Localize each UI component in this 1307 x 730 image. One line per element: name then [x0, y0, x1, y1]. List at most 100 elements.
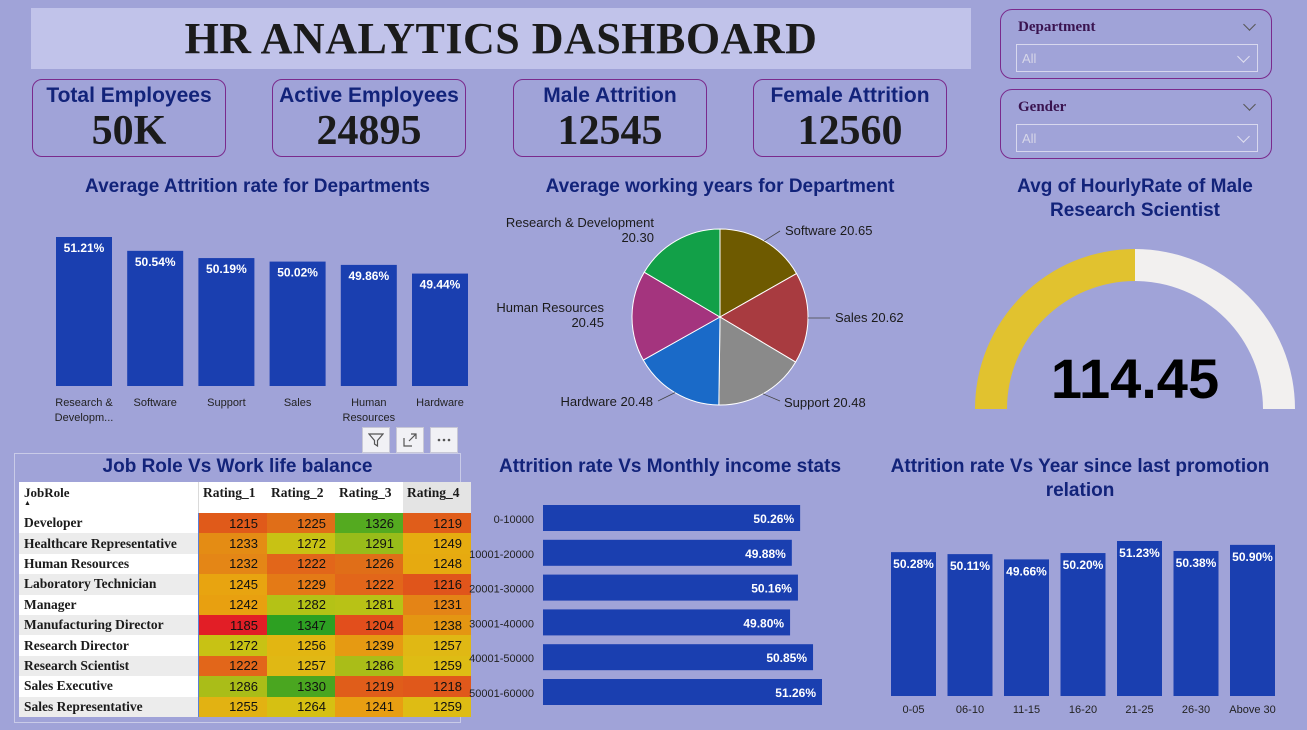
worklife-matrix-table: JobRole ▲ Rating_1 Rating_2 Rating_3 Rating_4… [19, 482, 472, 717]
bar [1117, 541, 1162, 696]
category-label: Support [207, 397, 246, 409]
more-options-icon[interactable] [430, 427, 458, 453]
data-label: 49.88% [745, 547, 786, 561]
rating-cell: 1226 [335, 553, 403, 575]
data-label: 50.54% [135, 255, 176, 269]
focus-mode-icon[interactable] [396, 427, 424, 453]
jobrole-cell: Developer [19, 513, 199, 534]
data-label: 49.80% [743, 616, 784, 630]
dept-attrition-chart: 51.21% Research & Developm... 50.54% Softwar… [55, 237, 468, 424]
rating-cell: 1241 [335, 696, 403, 717]
jobrole-cell: Sales Representative [19, 696, 199, 717]
data-label: 51.26% [775, 686, 816, 700]
department-dropdown[interactable]: All [1016, 44, 1258, 72]
rating-cell: 1239 [335, 635, 403, 656]
bar [269, 261, 326, 386]
worklife-matrix-title: Job Role Vs Work life balance [102, 456, 373, 477]
bar [127, 250, 184, 386]
bar [1060, 553, 1106, 696]
rating-cell: 1245 [198, 574, 267, 595]
kpi-label: Total Employees [46, 84, 212, 107]
table-header-row: JobRole ▲ Rating_1 Rating_2 Rating_3 Rating_4 [19, 482, 471, 513]
column-header-rating[interactable]: Rating_3 [335, 482, 403, 513]
slicer-label: Department [1018, 19, 1096, 35]
jobrole-cell: Research Director [19, 635, 199, 656]
rating-cell: 1225 [267, 513, 335, 534]
rating-cell: 1291 [335, 533, 403, 554]
promotion-attrition-title: Attrition rate Vs Year since last promot… [870, 455, 1290, 503]
category-label: 26-30 [1182, 704, 1210, 716]
jobrole-cell: Manager [19, 594, 199, 615]
table-row: Laboratory Technician 1245 1229 1222 1216 [19, 574, 471, 595]
kpi-active-employees: Active Employees 24895 [272, 79, 466, 157]
title-line: Avg of HourlyRate of Male [1017, 176, 1253, 197]
table-row: Manager 1242 1282 1281 1231 [19, 594, 471, 615]
category-label: 30001-40000 [469, 618, 534, 630]
slice-label: Research & Development [506, 215, 655, 230]
category-label: Above 30 [1229, 704, 1275, 716]
bar [56, 237, 112, 386]
column-header-jobrole[interactable]: JobRole ▲ [19, 482, 199, 513]
table-row: Sales Representative 1255 1264 1241 1259 [19, 696, 471, 717]
data-label: 50.16% [751, 582, 792, 596]
kpi-male-attrition: Male Attrition 12545 [513, 79, 707, 157]
category-label: 21-25 [1125, 704, 1153, 716]
category-label: 40001-50000 [469, 653, 534, 665]
hourly-rate-gauge: 114.45 [975, 249, 1295, 410]
category-label: 0-05 [902, 704, 924, 716]
data-label: 49.66% [1006, 564, 1047, 578]
data-label: 50.28% [893, 557, 934, 571]
kpi-label: Active Employees [279, 84, 459, 107]
jobrole-cell: Research Scientist [19, 655, 199, 677]
working-years-pie-chart: Software 20.65 Sales 20.62 Support 20.48 Ha… [496, 215, 904, 410]
slicer-label: Gender [1018, 99, 1067, 115]
category-label: 16-20 [1069, 704, 1097, 716]
category-label: 50001-60000 [469, 688, 534, 700]
rating-cell: 1347 [267, 614, 335, 636]
category-label: 0-10000 [494, 514, 534, 526]
rating-cell: 1256 [267, 635, 335, 656]
filter-icon[interactable] [362, 427, 390, 453]
slice-label: Sales 20.62 [835, 310, 904, 325]
gender-dropdown[interactable]: All [1016, 124, 1258, 152]
slice-label: Human Resources [496, 300, 604, 315]
chevron-down-icon[interactable] [1243, 98, 1256, 111]
table-row: Sales Executive 1286 1330 1219 1218 [19, 676, 471, 697]
bar [1004, 559, 1049, 696]
data-label: 51.23% [1119, 546, 1160, 560]
rating-cell: 1255 [198, 696, 267, 717]
rating-cell: 1222 [267, 553, 335, 575]
rating-cell: 1326 [335, 513, 403, 534]
column-header-rating[interactable]: Rating_1 [198, 482, 267, 513]
sort-ascending-icon[interactable]: ▲ [24, 499, 31, 507]
bar [947, 554, 993, 696]
promotion-attrition-chart: 50.28% 0-05 50.11% 06-10 49.66% 11-15 50.20% 16… [891, 541, 1276, 716]
jobrole-cell: Manufacturing Director [19, 614, 199, 636]
category-label: Hardware [416, 397, 464, 409]
chevron-down-icon[interactable] [1243, 18, 1256, 31]
category-label: 20001-30000 [469, 584, 534, 596]
column-header-rating[interactable]: Rating_2 [267, 482, 335, 513]
income-attrition-title: Attrition rate Vs Monthly income stats [498, 456, 842, 477]
table-row: Research Scientist 1222 1257 1286 1259 [19, 655, 471, 677]
table-row: Manufacturing Director 1185 1347 1204 1238 [19, 614, 471, 636]
page-title: HR ANALYTICS DASHBOARD [184, 14, 818, 63]
chevron-down-icon [1237, 130, 1250, 143]
bar [198, 258, 255, 386]
category-label: Research & [55, 397, 113, 409]
kpi-value: 50K [91, 108, 167, 154]
rating-cell: 1204 [335, 614, 403, 636]
rating-cell: 1286 [198, 676, 267, 697]
rating-cell: 1233 [198, 533, 267, 554]
category-label: 10001-20000 [469, 549, 534, 561]
table-row: Research Director 1272 1256 1239 1257 [19, 635, 471, 656]
category-label: Resources [343, 412, 396, 424]
rating-cell: 1272 [267, 533, 335, 554]
slice-label: Hardware 20.48 [561, 394, 654, 409]
kpi-label: Female Attrition [770, 84, 930, 107]
chevron-down-icon [1237, 50, 1250, 63]
category-label: Software [133, 397, 176, 409]
data-label: 50.11% [950, 559, 990, 573]
rating-cell: 1185 [198, 614, 267, 636]
table-row: Developer 1215 1225 1326 1219 [19, 513, 471, 534]
